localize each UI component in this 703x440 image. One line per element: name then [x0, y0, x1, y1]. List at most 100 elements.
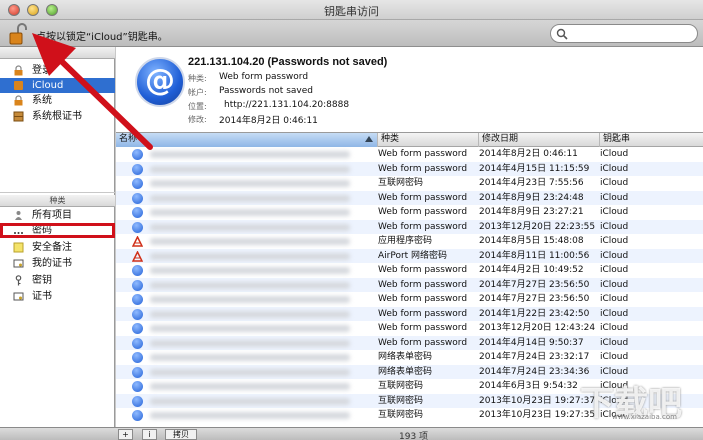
row-date: 2014年8月5日 15:48:08	[479, 236, 584, 246]
table-row[interactable]: Web form password 2013年12月20日 12:43:24 iCl…	[116, 321, 703, 336]
table-row[interactable]: Web form password 2014年8月9日 23:24:48 iClou…	[116, 190, 703, 205]
sort-ascending-icon	[365, 136, 373, 142]
search-input[interactable]	[550, 24, 698, 43]
row-date: 2014年8月11日 11:00:56	[479, 250, 590, 261]
row-date: 2014年7月24日 23:32:17	[479, 352, 590, 362]
row-kind: 网络表单密码	[378, 366, 433, 377]
table-row[interactable]: Web form password 2014年7月27日 23:56:50 iClo…	[116, 277, 703, 292]
unlocked-padlock-icon[interactable]	[8, 23, 28, 45]
table-row[interactable]: Web form password 2014年8月2日 0:46:11 iCloud	[116, 147, 703, 162]
column-header-kind[interactable]: 种类	[378, 133, 479, 147]
web-password-icon	[132, 163, 143, 175]
sidebar-item-label: 密码	[32, 225, 52, 236]
table-row[interactable]: Web form password 2014年8月9日 23:27:21 iClou…	[116, 205, 703, 220]
add-item-button[interactable]: +	[118, 429, 133, 440]
web-password-icon	[132, 366, 143, 378]
sidebar-item-keys[interactable]: 密钥	[0, 273, 115, 288]
redacted-name	[150, 194, 350, 202]
web-password-icon	[132, 395, 143, 407]
web-password-icon	[132, 265, 143, 276]
row-kind: 互联网密码	[378, 381, 424, 391]
web-password-icon	[132, 337, 143, 349]
sidebar-divider	[0, 192, 115, 193]
row-keychain: iCloud	[600, 149, 629, 159]
people-icon	[13, 210, 24, 221]
web-password-icon	[132, 308, 143, 320]
row-keychain: iCloud	[600, 352, 629, 362]
row-date: 2013年10月23日 19:27:35	[479, 410, 596, 420]
application-password-icon	[131, 235, 144, 247]
sidebar-item-my-certificates[interactable]: 我的证书	[0, 256, 115, 271]
redacted-name	[150, 310, 350, 318]
row-kind: Web form password	[378, 149, 468, 159]
row-date: 2014年8月2日 0:46:11	[479, 149, 578, 159]
table-row[interactable]: Web form password 2014年1月22日 23:42:50 iClo…	[116, 306, 703, 321]
toolbar: 点按以锁定“iCloud”钥匙串。	[0, 20, 703, 47]
row-keychain: iCloud	[600, 294, 629, 304]
sidebar-item-system-roots[interactable]: 系统根证书	[0, 109, 115, 124]
item-count: 193 项	[399, 432, 429, 440]
item-title: 221.131.104.20 (Passwords not saved)	[188, 56, 388, 68]
sidebar-item-passwords[interactable]: 密码	[0, 223, 115, 238]
sidebar-item-login[interactable]: 登录	[0, 63, 115, 78]
table-row[interactable]: Web form password 2014年4月15日 11:15:59 iClo…	[116, 161, 703, 176]
sidebar-item-certificates[interactable]: 证书	[0, 289, 115, 304]
row-date: 2014年4月15日 11:15:59	[479, 163, 590, 174]
web-form-password-icon: @	[135, 57, 185, 107]
table-header: 名称 种类 修改日期 钥匙串	[116, 133, 703, 147]
sidebar-item-label: 登录	[32, 65, 52, 76]
certificate-icon	[13, 258, 24, 269]
row-date: 2014年7月24日 23:34:36	[479, 366, 590, 377]
key-icon	[13, 275, 24, 286]
redacted-name	[150, 296, 350, 303]
lock-icon	[13, 95, 24, 106]
column-header-date[interactable]: 修改日期	[479, 133, 600, 147]
where-label: 位置:	[188, 102, 207, 111]
row-date: 2014年1月22日 23:42:50	[479, 308, 590, 319]
copy-button[interactable]: 拷贝	[165, 429, 197, 440]
table-row[interactable]: 应用程序密码 2014年8月5日 15:48:08 iCloud	[116, 234, 703, 249]
sidebar-item-icloud[interactable]: iCloud	[0, 78, 115, 93]
table-row[interactable]: Web form password 2014年7月27日 23:56:50 iClo…	[116, 292, 703, 307]
redacted-name	[150, 180, 350, 187]
info-button[interactable]: i	[142, 429, 157, 440]
row-kind: Web form password	[378, 221, 468, 232]
row-kind: 应用程序密码	[378, 236, 433, 246]
column-header-name[interactable]: 名称	[116, 133, 378, 147]
redacted-name	[150, 252, 350, 260]
column-header-keychain[interactable]: 钥匙串	[600, 133, 703, 147]
redacted-name	[150, 383, 350, 390]
note-icon	[13, 242, 24, 253]
table-row[interactable]: Web form password 2013年12月20日 22:23:55 iCl…	[116, 219, 703, 234]
web-password-icon	[132, 192, 143, 204]
sidebar-item-label: 安全备注	[32, 242, 72, 253]
title-bar: 钥匙串访问	[0, 0, 703, 20]
sidebar-item-system[interactable]: 系统	[0, 93, 115, 108]
web-password-icon	[132, 352, 143, 363]
row-date: 2013年12月20日 22:23:55	[479, 221, 596, 232]
sidebar-item-all-items[interactable]: 所有项目	[0, 208, 115, 223]
row-keychain: iCloud	[600, 207, 629, 217]
row-keychain: iCloud	[600, 178, 629, 188]
sidebar-item-secure-notes[interactable]: 安全备注	[0, 240, 115, 255]
password-dots-icon	[13, 225, 24, 236]
table-row[interactable]: 互联网密码 2014年4月23日 7:55:56 iCloud	[116, 176, 703, 191]
row-date: 2014年8月9日 23:24:48	[479, 192, 584, 203]
web-password-icon	[132, 149, 143, 160]
redacted-name	[150, 354, 350, 361]
redacted-name	[150, 397, 350, 405]
table-row[interactable]: Web form password 2014年4月14日 9:50:37 iClou…	[116, 335, 703, 350]
redacted-name	[150, 339, 350, 347]
column-header-label: 名称	[119, 134, 138, 144]
row-kind: Web form password	[378, 207, 468, 217]
account-label: 帐户:	[188, 88, 207, 97]
window-title: 钥匙串访问	[324, 5, 379, 18]
row-keychain: iCloud	[600, 250, 629, 261]
cloud-icon	[13, 80, 24, 91]
table-row[interactable]: 网络表单密码 2014年7月24日 23:32:17 iCloud	[116, 350, 703, 365]
row-kind: 网络表单密码	[378, 352, 433, 362]
table-row[interactable]: Web form password 2014年4月2日 10:49:52 iClou…	[116, 263, 703, 278]
sidebar-item-label: iCloud	[32, 80, 64, 91]
table-row[interactable]: AirPort 网络密码 2014年8月11日 11:00:56 iCloud	[116, 248, 703, 263]
web-password-icon	[132, 323, 143, 334]
